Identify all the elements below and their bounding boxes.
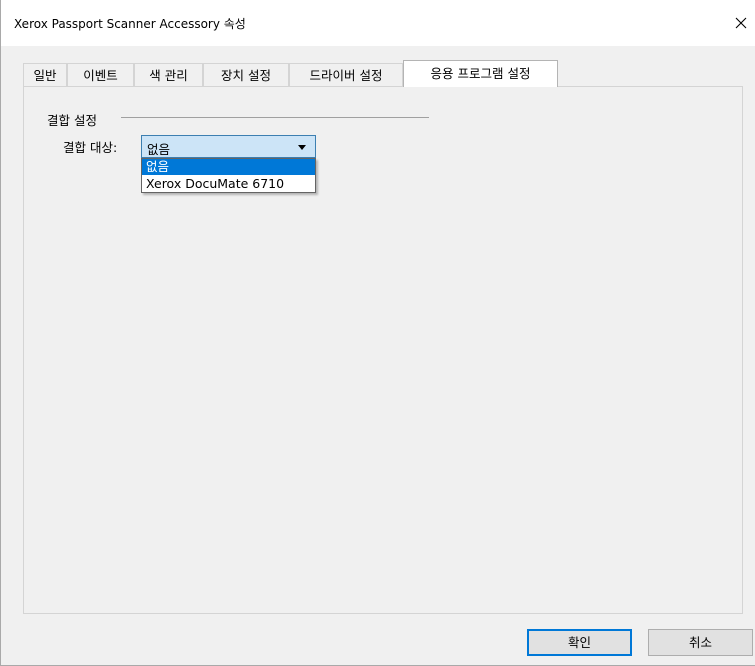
tab-panel: [23, 86, 743, 614]
close-icon: [735, 17, 746, 29]
close-button[interactable]: [725, 8, 755, 38]
tab-events[interactable]: 이벤트: [67, 63, 134, 86]
binding-target-combobox[interactable]: 없음: [141, 135, 316, 158]
tab-application-settings[interactable]: 응용 프로그램 설정: [403, 60, 558, 87]
dropdown-option-documate[interactable]: Xerox DocuMate 6710: [142, 176, 315, 192]
window-title: Xerox Passport Scanner Accessory 속성: [14, 17, 246, 31]
binding-target-label: 결합 대상:: [63, 140, 118, 155]
combobox-value: 없음: [147, 142, 171, 157]
tab-driver-settings[interactable]: 드라이버 설정: [289, 63, 403, 86]
properties-dialog: Xerox Passport Scanner Accessory 속성 일반 이…: [0, 0, 755, 666]
tab-color-management[interactable]: 색 관리: [134, 63, 203, 86]
cancel-button[interactable]: 취소: [648, 629, 753, 656]
tab-general[interactable]: 일반: [23, 63, 67, 86]
dropdown-option-none[interactable]: 없음: [142, 159, 315, 175]
ok-button[interactable]: 확인: [527, 629, 632, 656]
tab-strip: 일반 이벤트 색 관리 장치 설정 드라이버 설정 응용 프로그램 설정: [23, 60, 743, 87]
binding-group-label: 결합 설정: [47, 113, 97, 128]
group-divider: [121, 117, 429, 118]
binding-target-dropdown-list: 없음 Xerox DocuMate 6710: [141, 158, 316, 193]
dropdown-arrow-icon[interactable]: [298, 145, 306, 150]
tab-device-settings[interactable]: 장치 설정: [203, 63, 289, 86]
title-bar: Xerox Passport Scanner Accessory 속성: [1, 0, 755, 46]
